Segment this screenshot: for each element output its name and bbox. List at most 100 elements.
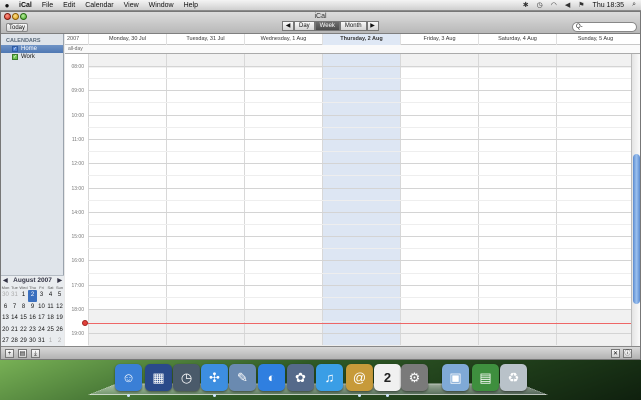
time-grid[interactable]: 08:00 09:00 10:00 11:00 12:00 13:00 14:00 15:00… bbox=[65, 54, 631, 346]
menu-clock[interactable]: Thu 18:35 bbox=[593, 2, 625, 9]
mini-calendar-day[interactable]: 15 bbox=[19, 313, 28, 325]
mini-calendar-day[interactable]: 12 bbox=[55, 302, 64, 314]
day-view-button[interactable]: Day bbox=[294, 21, 315, 31]
hour-label: 12:00 bbox=[71, 161, 84, 168]
add-calendar-button[interactable]: + bbox=[5, 349, 14, 358]
volume-icon[interactable]: ◀ bbox=[565, 1, 570, 9]
mini-calendar-day[interactable]: 20 bbox=[1, 325, 10, 337]
mini-calendar-day[interactable]: 7 bbox=[10, 302, 19, 314]
time-machine-icon[interactable]: ◷ bbox=[173, 364, 200, 391]
mini-calendar-day[interactable]: 24 bbox=[37, 325, 46, 337]
mini-calendar-day[interactable]: 31 bbox=[10, 290, 19, 302]
address-book-icon[interactable]: @ bbox=[346, 364, 373, 391]
mini-calendar-day[interactable]: 8 bbox=[19, 302, 28, 314]
applications-folder-icon[interactable]: ▣ bbox=[442, 364, 469, 391]
mini-calendar-day[interactable]: 19 bbox=[55, 313, 64, 325]
hour-label: 08:00 bbox=[71, 64, 84, 70]
previous-month-icon[interactable]: ◀ bbox=[3, 277, 8, 284]
apple-icon[interactable]: ● bbox=[0, 1, 14, 10]
mini-calendar-day[interactable]: 18 bbox=[46, 313, 55, 325]
menu-view[interactable]: View bbox=[119, 0, 144, 11]
hour-line bbox=[88, 163, 631, 165]
scrollbar-thumb[interactable] bbox=[633, 154, 640, 304]
day-header[interactable]: Tuesday, 31 Jul bbox=[166, 34, 244, 45]
trash-icon[interactable]: ♻ bbox=[500, 364, 527, 391]
month-view-button[interactable]: Month bbox=[339, 21, 367, 31]
menu-app-name[interactable]: iCal bbox=[14, 0, 37, 11]
ical-icon[interactable]: 2 bbox=[374, 364, 401, 391]
mini-calendar-day[interactable]: 10 bbox=[37, 302, 46, 314]
mini-calendar-grid: 30 31 1 2 3 4 5 6 7 8 9 10 11 12 13 14 15 16 17 18 19 20 21 22 2… bbox=[1, 290, 64, 348]
day-header[interactable]: Saturday, 4 Aug bbox=[478, 34, 556, 45]
mini-calendar-day[interactable]: 3 bbox=[37, 290, 46, 302]
bluetooth-icon[interactable]: ✱ bbox=[523, 1, 529, 9]
half-hour-line bbox=[88, 248, 631, 250]
mini-calendar-day[interactable]: 25 bbox=[46, 325, 55, 337]
hour-label: 19:00 bbox=[71, 331, 84, 338]
mini-calendar-day[interactable]: 26 bbox=[55, 325, 64, 337]
preview-icon[interactable]: ✎ bbox=[229, 364, 256, 391]
search-field[interactable]: Q- bbox=[572, 22, 637, 32]
safari-icon[interactable]: ✣ bbox=[201, 364, 228, 391]
ichat-icon[interactable]: ◐ bbox=[258, 364, 285, 391]
wifi-icon[interactable]: ◠ bbox=[551, 1, 557, 9]
finder-icon[interactable]: ☺ bbox=[115, 364, 142, 391]
checkbox-icon[interactable]: ✓ bbox=[12, 54, 18, 60]
day-header[interactable]: Monday, 30 Jul bbox=[88, 34, 166, 45]
itunes-icon[interactable]: ♫ bbox=[316, 364, 343, 391]
dashboard-icon[interactable]: ▦ bbox=[145, 364, 172, 391]
next-week-button[interactable]: ▶ bbox=[366, 21, 379, 31]
day-header[interactable]: Thursday, 2 Aug bbox=[322, 34, 400, 45]
half-hour-line bbox=[88, 151, 631, 153]
hour-label: 13:00 bbox=[71, 185, 84, 192]
mini-calendar-day[interactable]: 23 bbox=[28, 325, 37, 337]
calendar-label: Work bbox=[21, 54, 35, 60]
menu-file[interactable]: File bbox=[37, 0, 58, 11]
checkbox-icon[interactable]: ✓ bbox=[12, 46, 18, 52]
show-mini-calendar-button[interactable]: ▤ bbox=[18, 349, 27, 358]
menu-calendar[interactable]: Calendar bbox=[80, 0, 118, 11]
hour-label: 11:00 bbox=[71, 136, 84, 143]
next-month-icon[interactable]: ▶ bbox=[57, 277, 62, 284]
all-day-row[interactable]: all-day bbox=[65, 45, 640, 54]
mini-calendar-day[interactable]: 2 bbox=[28, 290, 37, 302]
mini-calendar-day[interactable]: 21 bbox=[10, 325, 19, 337]
mini-calendar-day[interactable]: 9 bbox=[28, 302, 37, 314]
iphoto-icon[interactable]: ✿ bbox=[287, 364, 314, 391]
hour-label: 15:00 bbox=[71, 234, 84, 241]
menu-help[interactable]: Help bbox=[179, 0, 203, 11]
half-hour-line bbox=[88, 102, 631, 104]
downloads-icon[interactable]: ▤ bbox=[472, 364, 499, 391]
spotlight-icon[interactable]: ⌕ bbox=[632, 1, 636, 9]
menu-edit[interactable]: Edit bbox=[58, 0, 80, 11]
week-view-button[interactable]: Week bbox=[314, 21, 340, 31]
day-header[interactable]: Wednesday, 1 Aug bbox=[244, 34, 322, 45]
mini-calendar-day[interactable]: 5 bbox=[55, 290, 64, 302]
day-header[interactable]: Sunday, 5 Aug bbox=[556, 34, 634, 45]
mini-calendar-day[interactable]: 14 bbox=[10, 313, 19, 325]
day-header[interactable]: Friday, 3 Aug bbox=[400, 34, 478, 45]
menu-window[interactable]: Window bbox=[144, 0, 179, 11]
calendar-item-home[interactable]: ✓ Home bbox=[1, 45, 63, 53]
flag-icon[interactable]: ⚑ bbox=[578, 1, 584, 9]
mini-calendar-day[interactable]: 16 bbox=[28, 313, 37, 325]
show-todo-button[interactable]: ✕ bbox=[611, 349, 620, 358]
show-info-button[interactable]: ⓘ bbox=[623, 349, 632, 358]
mini-calendar-day[interactable]: 6 bbox=[1, 302, 10, 314]
today-button[interactable]: Today bbox=[6, 23, 28, 32]
mini-calendar-day[interactable]: 13 bbox=[1, 313, 10, 325]
mini-calendar-day[interactable]: 22 bbox=[19, 325, 28, 337]
mini-calendar-day[interactable]: 17 bbox=[37, 313, 46, 325]
show-notifications-button[interactable]: ⤓ bbox=[31, 349, 40, 358]
vertical-scrollbar[interactable] bbox=[631, 54, 640, 346]
mini-calendar-day[interactable]: 1 bbox=[19, 290, 28, 302]
mini-calendar-day[interactable]: 30 bbox=[1, 290, 10, 302]
mini-calendar-day[interactable]: 11 bbox=[46, 302, 55, 314]
time-machine-menu-icon[interactable]: ◷ bbox=[537, 1, 543, 9]
hour-line bbox=[88, 90, 631, 92]
mini-calendar-day[interactable]: 4 bbox=[46, 290, 55, 302]
hour-line bbox=[88, 114, 631, 116]
system-preferences-icon[interactable]: ⚙ bbox=[401, 364, 428, 391]
calendar-item-work[interactable]: ✓ Work bbox=[1, 53, 63, 61]
previous-week-button[interactable]: ◀ bbox=[282, 21, 294, 31]
